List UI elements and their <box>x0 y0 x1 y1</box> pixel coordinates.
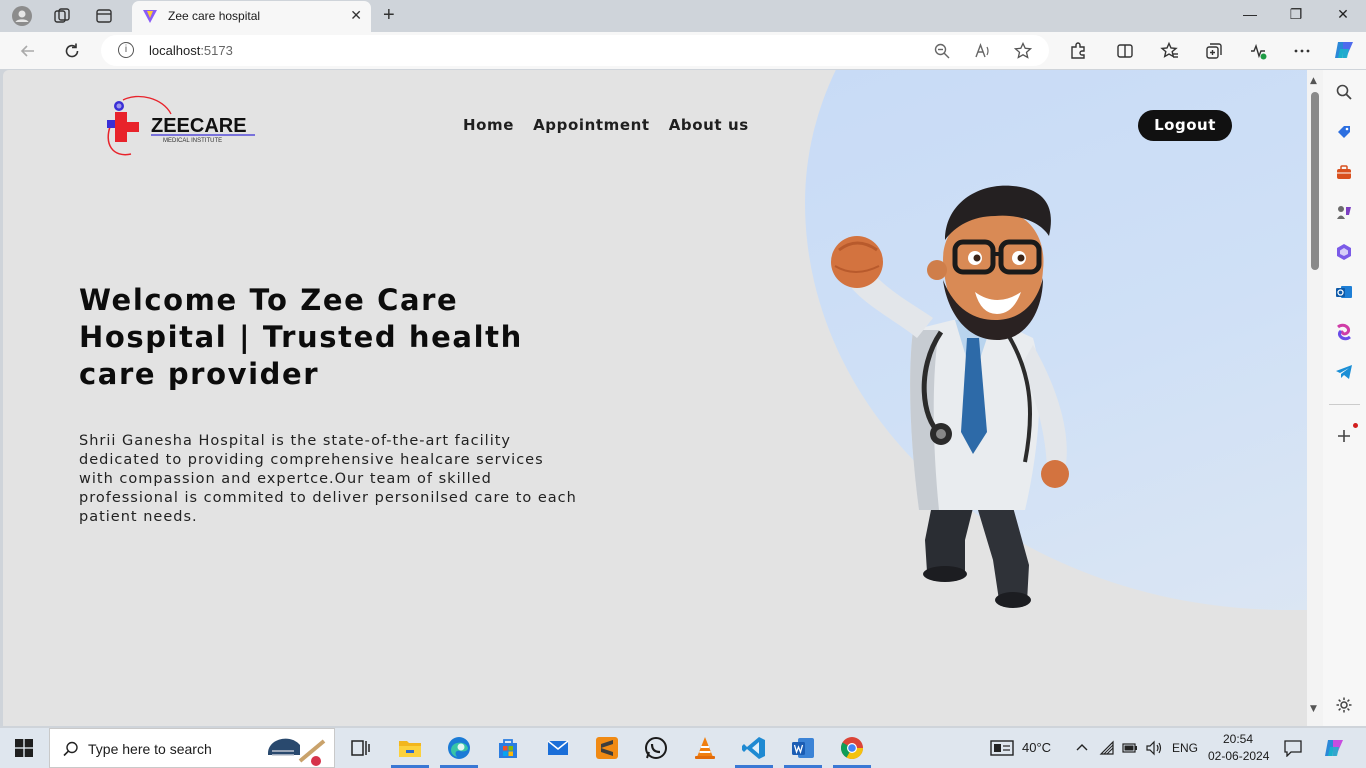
favorites-icon[interactable] <box>1160 41 1180 61</box>
tray-expand-icon[interactable] <box>1075 741 1089 755</box>
sublime-icon[interactable] <box>594 735 620 761</box>
copilot-taskbar-icon[interactable] <box>1323 737 1345 759</box>
settings-icon[interactable] <box>1335 696 1353 714</box>
m365-icon[interactable] <box>1335 323 1353 341</box>
tab-close-icon[interactable]: ✕ <box>350 8 362 24</box>
edge-sidebar <box>1323 70 1366 726</box>
nav-about-link[interactable]: About us <box>669 116 749 134</box>
search-sidebar-icon[interactable] <box>1335 83 1353 101</box>
url-text[interactable]: localhost:5173 <box>149 43 233 58</box>
site-info-icon[interactable]: i <box>118 42 134 58</box>
taskbar-search-icon <box>63 741 78 757</box>
page-scrollbar[interactable]: ▲ ▼ <box>1307 70 1323 726</box>
network-icon[interactable] <box>1099 740 1115 756</box>
chrome-icon[interactable] <box>839 735 865 761</box>
hero-title: Welcome To Zee Care Hospital | Trusted h… <box>79 283 523 391</box>
favorite-star-icon[interactable] <box>1014 42 1032 60</box>
temperature[interactable]: 40°C <box>1022 740 1051 755</box>
whatsapp-icon[interactable] <box>643 735 669 761</box>
file-explorer-icon[interactable] <box>397 735 423 761</box>
vlc-icon[interactable] <box>692 735 718 761</box>
back-icon[interactable] <box>18 41 38 61</box>
language-indicator[interactable]: ENG <box>1172 741 1198 755</box>
zeecare-logo[interactable]: ZEECARE MEDICAL INSTITUTE <box>93 94 263 158</box>
windows-start-icon[interactable] <box>15 739 33 757</box>
read-aloud-icon[interactable] <box>974 42 992 60</box>
tab-actions-icon[interactable] <box>94 6 114 26</box>
refresh-icon[interactable] <box>62 41 82 61</box>
profile-icon[interactable] <box>12 6 32 26</box>
page-viewport: ZEECARE MEDICAL INSTITUTE Home Appointme… <box>3 70 1307 726</box>
battery-icon[interactable] <box>1122 740 1138 756</box>
task-view-icon[interactable] <box>347 735 373 761</box>
browser-tab[interactable]: Zee care hospital ✕ <box>132 1 371 32</box>
shopping-icon[interactable] <box>1335 123 1353 141</box>
vscode-icon[interactable] <box>741 735 767 761</box>
close-button[interactable]: ✕ <box>1333 6 1353 26</box>
cricket-helmet-icon <box>268 738 326 766</box>
notification-dot <box>1353 423 1358 428</box>
outlook-icon[interactable] <box>1335 283 1353 301</box>
add-sidebar-icon[interactable] <box>1335 427 1353 445</box>
taskbar-search-placeholder: Type here to search <box>88 741 212 757</box>
address-bar[interactable]: i localhost:5173 <box>101 35 1049 66</box>
logo-tagline: MEDICAL INSTITUTE <box>163 138 222 144</box>
nav-appointment-link[interactable]: Appointment <box>533 116 650 134</box>
edge-icon[interactable] <box>446 735 472 761</box>
taskbar-search-box[interactable]: Type here to search <box>49 728 335 768</box>
url-host: localhost <box>149 43 201 58</box>
tab-title: Zee care hospital <box>168 9 261 23</box>
url-port: :5173 <box>200 43 233 58</box>
logo-brand-text: ZEECARE <box>151 115 247 137</box>
main-nav: Home Appointment About us <box>463 116 749 134</box>
weather-icon[interactable] <box>990 739 1014 757</box>
doctor-illustration <box>831 185 1069 608</box>
performance-icon[interactable] <box>1248 41 1268 61</box>
logout-button[interactable]: Logout <box>1138 110 1232 141</box>
scroll-down-arrow-icon[interactable]: ▼ <box>1310 704 1317 714</box>
windows-taskbar: Type here to search 40°C ENG 20:54 02-06… <box>0 728 1366 768</box>
scroll-up-arrow-icon[interactable]: ▲ <box>1310 76 1317 86</box>
clock-date[interactable]: 02-06-2024 <box>1208 749 1269 763</box>
notification-icon[interactable] <box>1284 739 1302 757</box>
browser-title-bar: Zee care hospital ✕ + — ❐ ✕ <box>0 0 1366 32</box>
word-icon[interactable] <box>790 735 816 761</box>
collections-icon[interactable] <box>1204 41 1224 61</box>
browser-toolbar: i localhost:5173 <box>0 32 1366 69</box>
sidebar-divider <box>1329 404 1360 405</box>
vite-favicon-icon <box>143 10 157 23</box>
new-tab-button[interactable]: + <box>383 4 395 27</box>
office-icon[interactable] <box>1335 243 1353 261</box>
telegram-icon[interactable] <box>1335 363 1353 381</box>
clock-time[interactable]: 20:54 <box>1223 732 1253 746</box>
hero-description: Shrii Ganesha Hospital is the state-of-t… <box>79 433 577 525</box>
extensions-icon[interactable] <box>1068 41 1088 61</box>
store-icon[interactable] <box>495 735 521 761</box>
maximize-button[interactable]: ❐ <box>1286 6 1306 26</box>
split-screen-icon[interactable] <box>1115 41 1135 61</box>
volume-icon[interactable] <box>1146 740 1164 756</box>
games-icon[interactable] <box>1335 203 1353 221</box>
zoom-icon[interactable] <box>933 42 951 60</box>
workspaces-icon[interactable] <box>52 6 72 26</box>
minimize-button[interactable]: — <box>1240 6 1260 26</box>
copilot-icon[interactable] <box>1333 39 1355 61</box>
more-icon[interactable] <box>1292 41 1312 61</box>
mail-icon[interactable] <box>545 735 571 761</box>
scrollbar-thumb[interactable] <box>1311 92 1319 270</box>
tools-icon[interactable] <box>1335 163 1353 181</box>
nav-home-link[interactable]: Home <box>463 116 514 134</box>
